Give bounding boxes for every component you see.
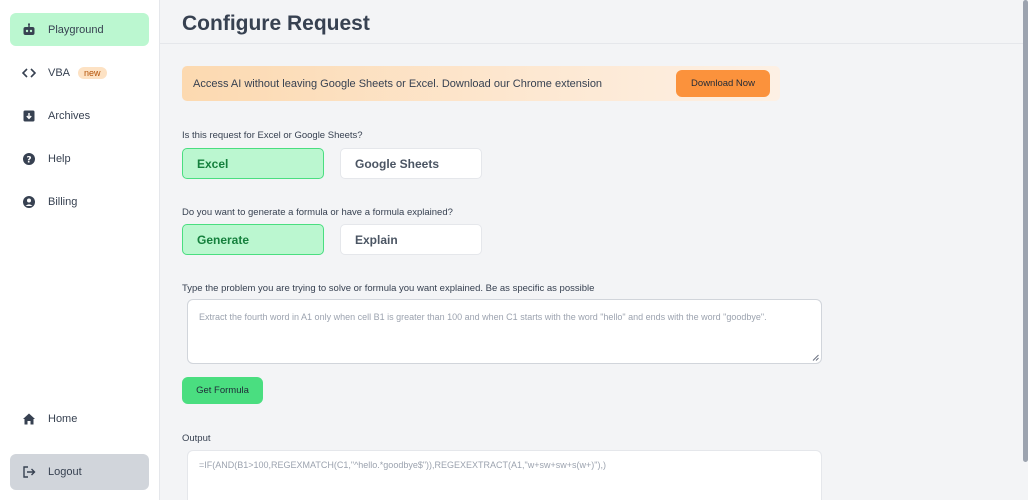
output-field[interactable]: =IF(AND(B1>100,REGEXMATCH(C1,"^hello.*go… (187, 450, 822, 500)
problem-textarea[interactable]: Extract the fourth word in A1 only when … (187, 299, 822, 364)
sidebar-item-archives[interactable]: Archives (10, 99, 149, 132)
sidebar-item-help[interactable]: ? Help (10, 142, 149, 175)
help-icon: ? (22, 152, 36, 166)
mode-question: Do you want to generate a formula or hav… (182, 207, 453, 218)
sidebar-item-label: VBA (48, 66, 71, 79)
banner-text: Access AI without leaving Google Sheets … (193, 77, 603, 90)
problem-label: Type the problem you are trying to solve… (182, 283, 595, 294)
sidebar-item-label: Playground (48, 23, 104, 36)
scrollbar[interactable] (1023, 0, 1028, 462)
excel-option[interactable]: Excel (182, 148, 324, 179)
sidebar-item-vba[interactable]: VBA new (10, 56, 149, 89)
download-now-button[interactable]: Download Now (676, 70, 770, 97)
home-icon (22, 412, 36, 426)
resize-handle-icon[interactable] (812, 354, 819, 361)
logout-button[interactable]: Logout (10, 454, 149, 490)
google-sheets-option[interactable]: Google Sheets (340, 148, 482, 179)
sidebar: Playground VBA new Archives ? Help Billi… (0, 0, 160, 500)
user-circle-icon (22, 195, 36, 209)
robot-icon (22, 22, 36, 37)
page-header: Configure Request (160, 0, 1026, 44)
explain-option[interactable]: Explain (340, 224, 482, 255)
platform-question: Is this request for Excel or Google Shee… (182, 130, 363, 141)
sidebar-item-playground[interactable]: Playground (10, 13, 149, 46)
new-badge: new (78, 66, 107, 79)
sidebar-item-billing[interactable]: Billing (10, 185, 149, 218)
output-label: Output (182, 433, 211, 444)
main-content: Configure Request Access AI without leav… (160, 0, 1028, 500)
page-title: Configure Request (182, 12, 370, 35)
sidebar-item-label: Home (48, 412, 78, 425)
get-formula-button[interactable]: Get Formula (182, 377, 263, 404)
logout-icon (22, 465, 36, 479)
sidebar-item-label: Archives (48, 109, 91, 122)
extension-banner: Access AI without leaving Google Sheets … (182, 66, 780, 101)
sidebar-item-home[interactable]: Home (10, 402, 149, 435)
svg-text:?: ? (26, 155, 31, 165)
archive-icon (22, 109, 36, 123)
logout-label: Logout (48, 466, 82, 478)
generate-option[interactable]: Generate (182, 224, 324, 255)
sidebar-item-label: Billing (48, 195, 78, 208)
output-value: =IF(AND(B1>100,REGEXMATCH(C1,"^hello.*go… (199, 460, 606, 470)
problem-placeholder: Extract the fourth word in A1 only when … (199, 312, 767, 322)
code-icon (22, 66, 36, 80)
sidebar-item-label: Help (48, 152, 71, 165)
